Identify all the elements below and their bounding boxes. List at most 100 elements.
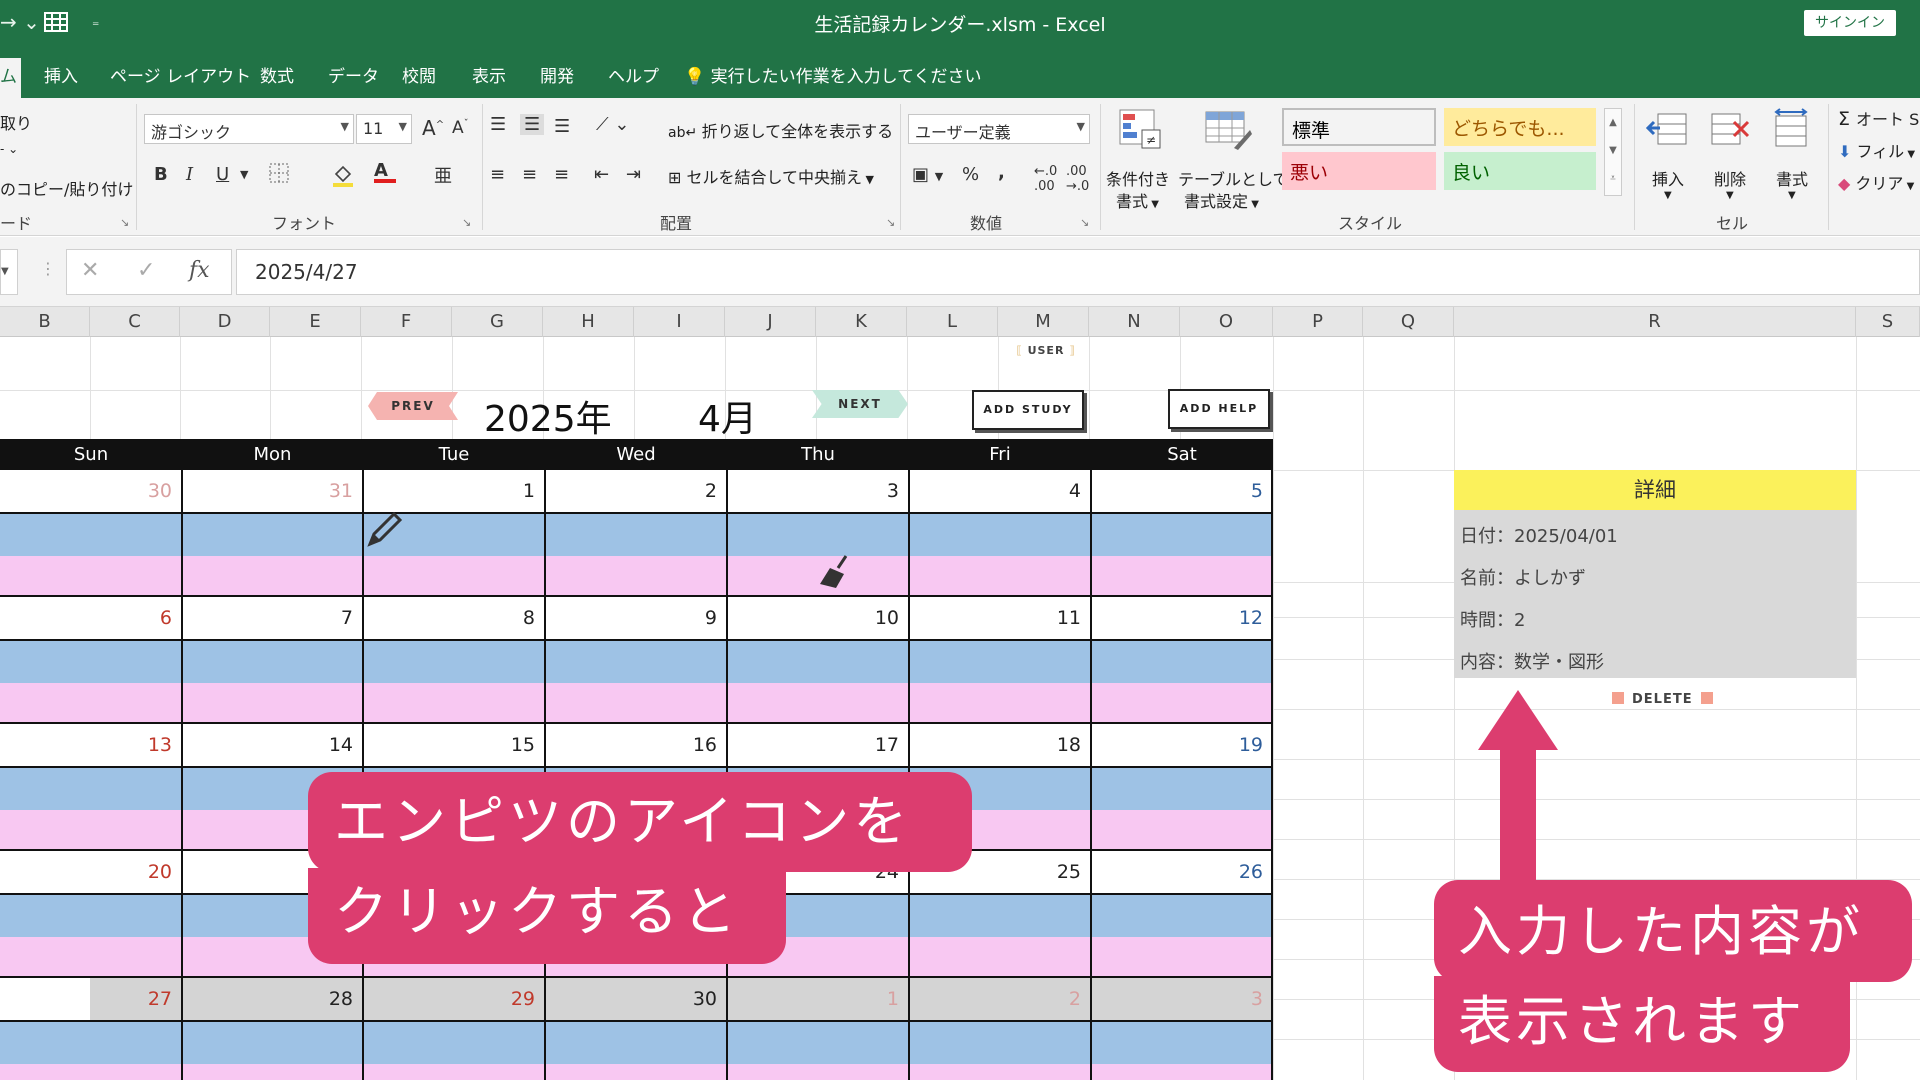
tab-view[interactable]: 表示	[472, 62, 506, 87]
add-study-button[interactable]: ADD STUDY	[972, 390, 1084, 430]
calendar-day-number[interactable]: 29	[363, 978, 545, 1021]
calendar-day-number[interactable]: 30	[545, 978, 727, 1021]
cancel-icon[interactable]: ✕	[81, 258, 99, 283]
font-color-icon[interactable]: A	[374, 160, 396, 183]
add-help-button[interactable]: ADD HELP	[1168, 389, 1270, 429]
alignment-launcher-icon[interactable]: ↘	[886, 216, 895, 229]
calendar-day-number[interactable]: 1	[363, 470, 545, 513]
calendar-day-number[interactable]: 13	[0, 724, 182, 767]
decrease-decimal-icon[interactable]: .00 →.0	[1066, 164, 1089, 194]
formula-input[interactable]: 2025/4/27	[236, 249, 1920, 295]
format-cells-button[interactable]: 書式 ▼	[1766, 108, 1820, 208]
column-header-l[interactable]: L	[907, 307, 998, 337]
column-header-b[interactable]: B	[0, 307, 90, 337]
tab-page-layout[interactable]: ページ レイアウト	[110, 62, 251, 87]
broom-icon[interactable]	[816, 552, 856, 592]
formula-bar-grip-icon[interactable]: ⋮	[40, 259, 56, 278]
column-header-k[interactable]: K	[816, 307, 907, 337]
clipboard-launcher-icon[interactable]: ↘	[120, 216, 129, 229]
cut-button[interactable]: 取り	[0, 110, 32, 134]
number-launcher-icon[interactable]: ↘	[1080, 216, 1089, 229]
calendar-study-row[interactable]	[0, 640, 1273, 683]
calendar-day-number[interactable]: 7	[182, 597, 363, 640]
column-header-d[interactable]: D	[180, 307, 270, 337]
align-bottom-icon[interactable]: ☰	[554, 116, 570, 137]
calendar-day-number[interactable]: 10	[727, 597, 909, 640]
calendar-day-number[interactable]: 28	[182, 978, 363, 1021]
calendar-help-row[interactable]	[0, 1064, 1273, 1080]
calendar-day-number[interactable]: 26	[1091, 851, 1273, 894]
user-selector[interactable]: ⟦ USER ⟧	[1002, 344, 1090, 364]
next-month-button[interactable]: NEXT	[812, 390, 908, 418]
decrease-indent-icon[interactable]: ⇤	[594, 164, 609, 185]
name-box[interactable]: ▼	[0, 249, 18, 295]
calendar-help-row[interactable]	[0, 556, 1273, 597]
calendar-day-number[interactable]: 2	[545, 470, 727, 513]
column-header-h[interactable]: H	[543, 307, 634, 337]
shrink-font-icon[interactable]: Aˇ	[452, 118, 469, 138]
calendar-study-row[interactable]	[0, 513, 1273, 556]
calendar-day-number[interactable]: 27	[0, 978, 182, 1021]
column-header-p[interactable]: P	[1273, 307, 1363, 337]
calendar-day-number[interactable]: 12	[1091, 597, 1273, 640]
conditional-formatting-button[interactable]: ≠ 条件付き 書式 ▼	[1106, 108, 1176, 211]
calendar-day-number[interactable]: 1	[727, 978, 909, 1021]
style-neutral[interactable]: どちらでも...	[1444, 108, 1596, 146]
styles-gallery-scroll[interactable]: ▲ ▼ ⩡	[1604, 108, 1622, 196]
tab-home[interactable]: ム	[0, 58, 21, 101]
calendar-day-number[interactable]: 14	[182, 724, 363, 767]
font-name-select[interactable]: 游ゴシック ▼	[144, 114, 354, 144]
calendar-help-row[interactable]	[0, 683, 1273, 724]
tab-formulas[interactable]: 数式	[260, 62, 294, 87]
tab-developer[interactable]: 開発	[540, 62, 574, 87]
calendar-day-number[interactable]: 4	[909, 470, 1091, 513]
column-header-o[interactable]: O	[1180, 307, 1273, 337]
calendar-day-number[interactable]: 3	[1091, 978, 1273, 1021]
insert-cells-button[interactable]: 挿入 ▼	[1642, 108, 1696, 208]
column-header-n[interactable]: N	[1089, 307, 1180, 337]
calendar-day-number[interactable]: 20	[0, 851, 182, 894]
wrap-text-button[interactable]: ab↵ 折り返して全体を表示する	[668, 118, 893, 142]
orientation-icon[interactable]: ⟋ ⌄	[596, 114, 629, 135]
italic-button[interactable]: I	[186, 164, 193, 185]
grow-font-icon[interactable]: A^	[422, 116, 444, 140]
pencil-icon[interactable]	[364, 510, 404, 550]
calendar-day-number[interactable]: 3	[727, 470, 909, 513]
calendar-day-number[interactable]: 31	[182, 470, 363, 513]
autosum-button[interactable]: Σ オート S	[1838, 106, 1919, 130]
calendar-day-number[interactable]: 19	[1091, 724, 1273, 767]
signin-button[interactable]: サインイン	[1804, 10, 1896, 36]
calendar-day-number[interactable]: 6	[0, 597, 182, 640]
tab-help[interactable]: ヘルプ	[608, 62, 659, 87]
column-header-e[interactable]: E	[270, 307, 361, 337]
column-header-g[interactable]: G	[452, 307, 543, 337]
align-middle-icon[interactable]: ☰	[520, 114, 545, 135]
font-launcher-icon[interactable]: ↘	[462, 216, 471, 229]
column-header-f[interactable]: F	[361, 307, 452, 337]
font-size-select[interactable]: 11 ▼	[356, 114, 412, 144]
calendar-study-row[interactable]	[0, 1021, 1273, 1064]
number-format-select[interactable]: ユーザー定義 ▼	[908, 114, 1090, 144]
increase-indent-icon[interactable]: ⇥	[626, 164, 641, 185]
currency-icon[interactable]: ▣ ▼	[912, 164, 943, 185]
insert-function-icon[interactable]: fx	[189, 258, 210, 283]
fill-color-icon[interactable]	[330, 162, 356, 193]
copy-dropdown-icon[interactable]: - ⌄	[0, 142, 18, 156]
column-header-s[interactable]: S	[1856, 307, 1920, 337]
clear-button[interactable]: ◆ クリア ▼	[1838, 170, 1914, 194]
enter-icon[interactable]: ✓	[137, 258, 155, 283]
align-center-icon[interactable]: ≡	[522, 164, 537, 185]
tab-insert[interactable]: 挿入	[44, 62, 78, 87]
column-header-r[interactable]: R	[1454, 307, 1856, 337]
format-painter-button[interactable]: のコピー/貼り付け	[0, 176, 133, 200]
calendar-day-number[interactable]: 9	[545, 597, 727, 640]
column-header-i[interactable]: I	[634, 307, 725, 337]
phonetic-guide-icon[interactable]: 亜	[434, 162, 452, 188]
calendar-day-number[interactable]: 16	[545, 724, 727, 767]
delete-button[interactable]: DELETE	[1604, 692, 1721, 707]
style-normal[interactable]: 標準	[1282, 108, 1436, 146]
bold-button[interactable]: B	[154, 164, 168, 185]
calendar-day-number[interactable]: 2	[909, 978, 1091, 1021]
borders-icon[interactable]	[268, 162, 290, 189]
calendar-day-number[interactable]: 11	[909, 597, 1091, 640]
